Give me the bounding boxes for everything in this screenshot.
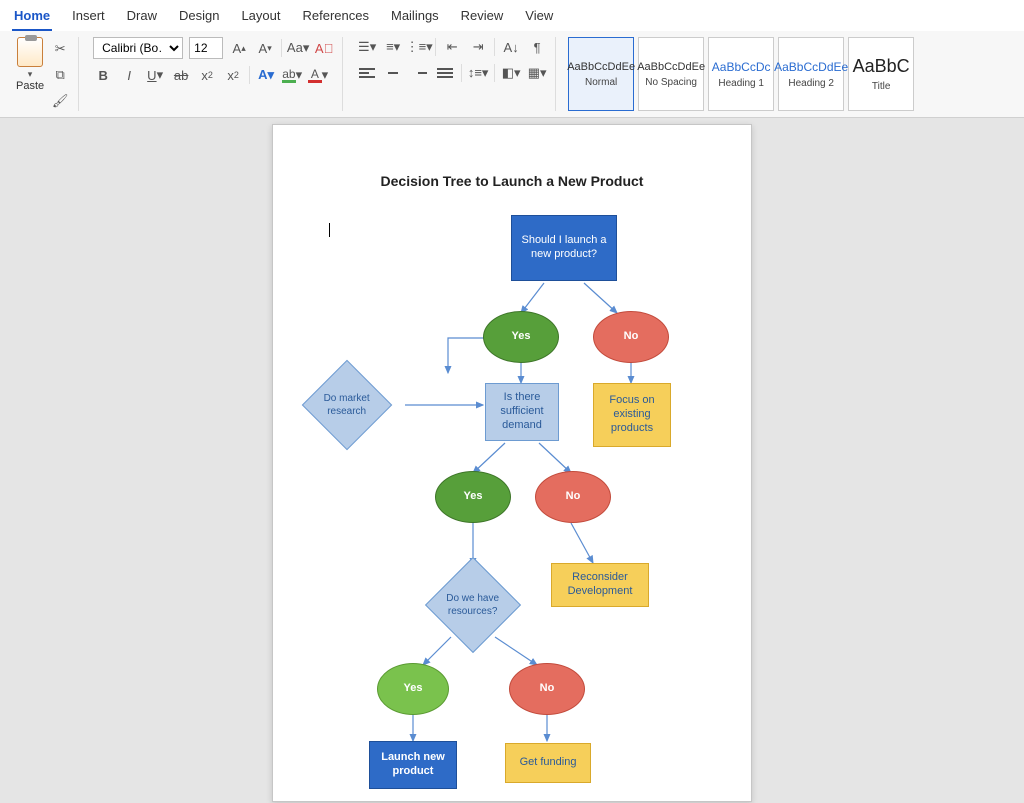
italic-button[interactable]: I [119, 65, 139, 85]
text-effects-icon[interactable]: A▾ [256, 65, 276, 85]
style-title[interactable]: AaBbC Title [848, 37, 914, 111]
style-no-spacing[interactable]: AaBbCcDdEe No Spacing [638, 37, 704, 111]
group-font: Calibri (Bo… A▴ A▾ Aa▾ A⃠ B I U▾ ab x2 x… [85, 37, 343, 111]
tab-draw[interactable]: Draw [125, 4, 159, 31]
shape-no1[interactable]: No [593, 311, 669, 363]
borders-icon[interactable]: ▦▾ [527, 63, 547, 83]
numbering-icon[interactable]: ≡▾ [383, 37, 403, 57]
line-spacing-icon[interactable]: ↕≡▾ [468, 63, 488, 83]
font-size-input[interactable] [189, 37, 223, 59]
tab-home[interactable]: Home [12, 4, 52, 31]
shape-yes3[interactable]: Yes [377, 663, 449, 715]
page[interactable]: Decision Tree to Launch a New Product [272, 124, 752, 802]
shape-demand[interactable]: Is there sufficient demand [485, 383, 559, 441]
tab-view[interactable]: View [523, 4, 555, 31]
flowchart-canvas: Should I launch a new product? Yes No Do… [273, 185, 753, 803]
strikethrough-button[interactable]: ab [171, 65, 191, 85]
shrink-font-icon[interactable]: A▾ [255, 38, 275, 58]
copy-icon[interactable]: ⧉ [50, 65, 70, 85]
indent-decrease-icon[interactable]: ⇤ [442, 37, 462, 57]
highlight-color-icon[interactable]: ab▾ [282, 65, 302, 85]
grow-font-icon[interactable]: A▴ [229, 38, 249, 58]
shape-resources[interactable]: Do we have resources? [425, 557, 521, 653]
align-center-icon[interactable] [383, 63, 403, 83]
group-clipboard: ▾ Paste ✂ ⧉ 🖌 [8, 37, 79, 111]
style-heading2[interactable]: AaBbCcDdEe Heading 2 [778, 37, 844, 111]
shape-research[interactable]: Do market research [302, 360, 393, 451]
cut-icon[interactable]: ✂ [50, 39, 70, 59]
document-area: Decision Tree to Launch a New Product [0, 118, 1024, 802]
change-case-icon[interactable]: Aa▾ [288, 38, 308, 58]
shape-reconsider[interactable]: Reconsider Development [551, 563, 649, 607]
paste-label: Paste [16, 80, 44, 92]
tab-references[interactable]: References [301, 4, 371, 31]
group-paragraph: ☰▾ ≡▾ ⋮≡▾ ⇤ ⇥ A↓ ¶ ↕≡▾ ◧▾ ▦▾ [349, 37, 556, 111]
format-painter-icon[interactable]: 🖌 [50, 91, 70, 111]
superscript-button[interactable]: x2 [223, 65, 243, 85]
ribbon-toolbar: ▾ Paste ✂ ⧉ 🖌 Calibri (Bo… A▴ A▾ Aa▾ A⃠ [0, 31, 1024, 118]
underline-button[interactable]: U▾ [145, 65, 165, 85]
sort-icon[interactable]: A↓ [501, 37, 521, 57]
style-normal[interactable]: AaBbCcDdEe Normal [568, 37, 634, 111]
paste-icon[interactable] [17, 37, 43, 67]
align-right-icon[interactable] [409, 63, 429, 83]
shape-no2[interactable]: No [535, 471, 611, 523]
align-left-icon[interactable] [357, 63, 377, 83]
multilevel-icon[interactable]: ⋮≡▾ [409, 37, 429, 57]
font-color-icon[interactable]: A▾ [308, 65, 328, 85]
justify-icon[interactable] [435, 63, 455, 83]
indent-increase-icon[interactable]: ⇥ [468, 37, 488, 57]
bullets-icon[interactable]: ☰▾ [357, 37, 377, 57]
bold-button[interactable]: B [93, 65, 113, 85]
shape-focus[interactable]: Focus on existing products [593, 383, 671, 447]
subscript-button[interactable]: x2 [197, 65, 217, 85]
group-styles: AaBbCcDdEe Normal AaBbCcDdEe No Spacing … [562, 37, 920, 111]
shape-launch[interactable]: Launch new product [369, 741, 457, 789]
shape-q1[interactable]: Should I launch a new product? [511, 215, 617, 281]
tab-layout[interactable]: Layout [239, 4, 282, 31]
show-marks-icon[interactable]: ¶ [527, 37, 547, 57]
shape-funding[interactable]: Get funding [505, 743, 591, 783]
shape-yes2[interactable]: Yes [435, 471, 511, 523]
shading-icon[interactable]: ◧▾ [501, 63, 521, 83]
ribbon-tabs: Home Insert Draw Design Layout Reference… [0, 0, 1024, 31]
style-heading1[interactable]: AaBbCcDc Heading 1 [708, 37, 774, 111]
shape-yes1[interactable]: Yes [483, 311, 559, 363]
tab-design[interactable]: Design [177, 4, 221, 31]
tab-insert[interactable]: Insert [70, 4, 107, 31]
shape-no3[interactable]: No [509, 663, 585, 715]
font-name-select[interactable]: Calibri (Bo… [93, 37, 183, 59]
tab-mailings[interactable]: Mailings [389, 4, 441, 31]
clear-format-icon[interactable]: A⃠ [314, 38, 334, 58]
tab-review[interactable]: Review [459, 4, 506, 31]
